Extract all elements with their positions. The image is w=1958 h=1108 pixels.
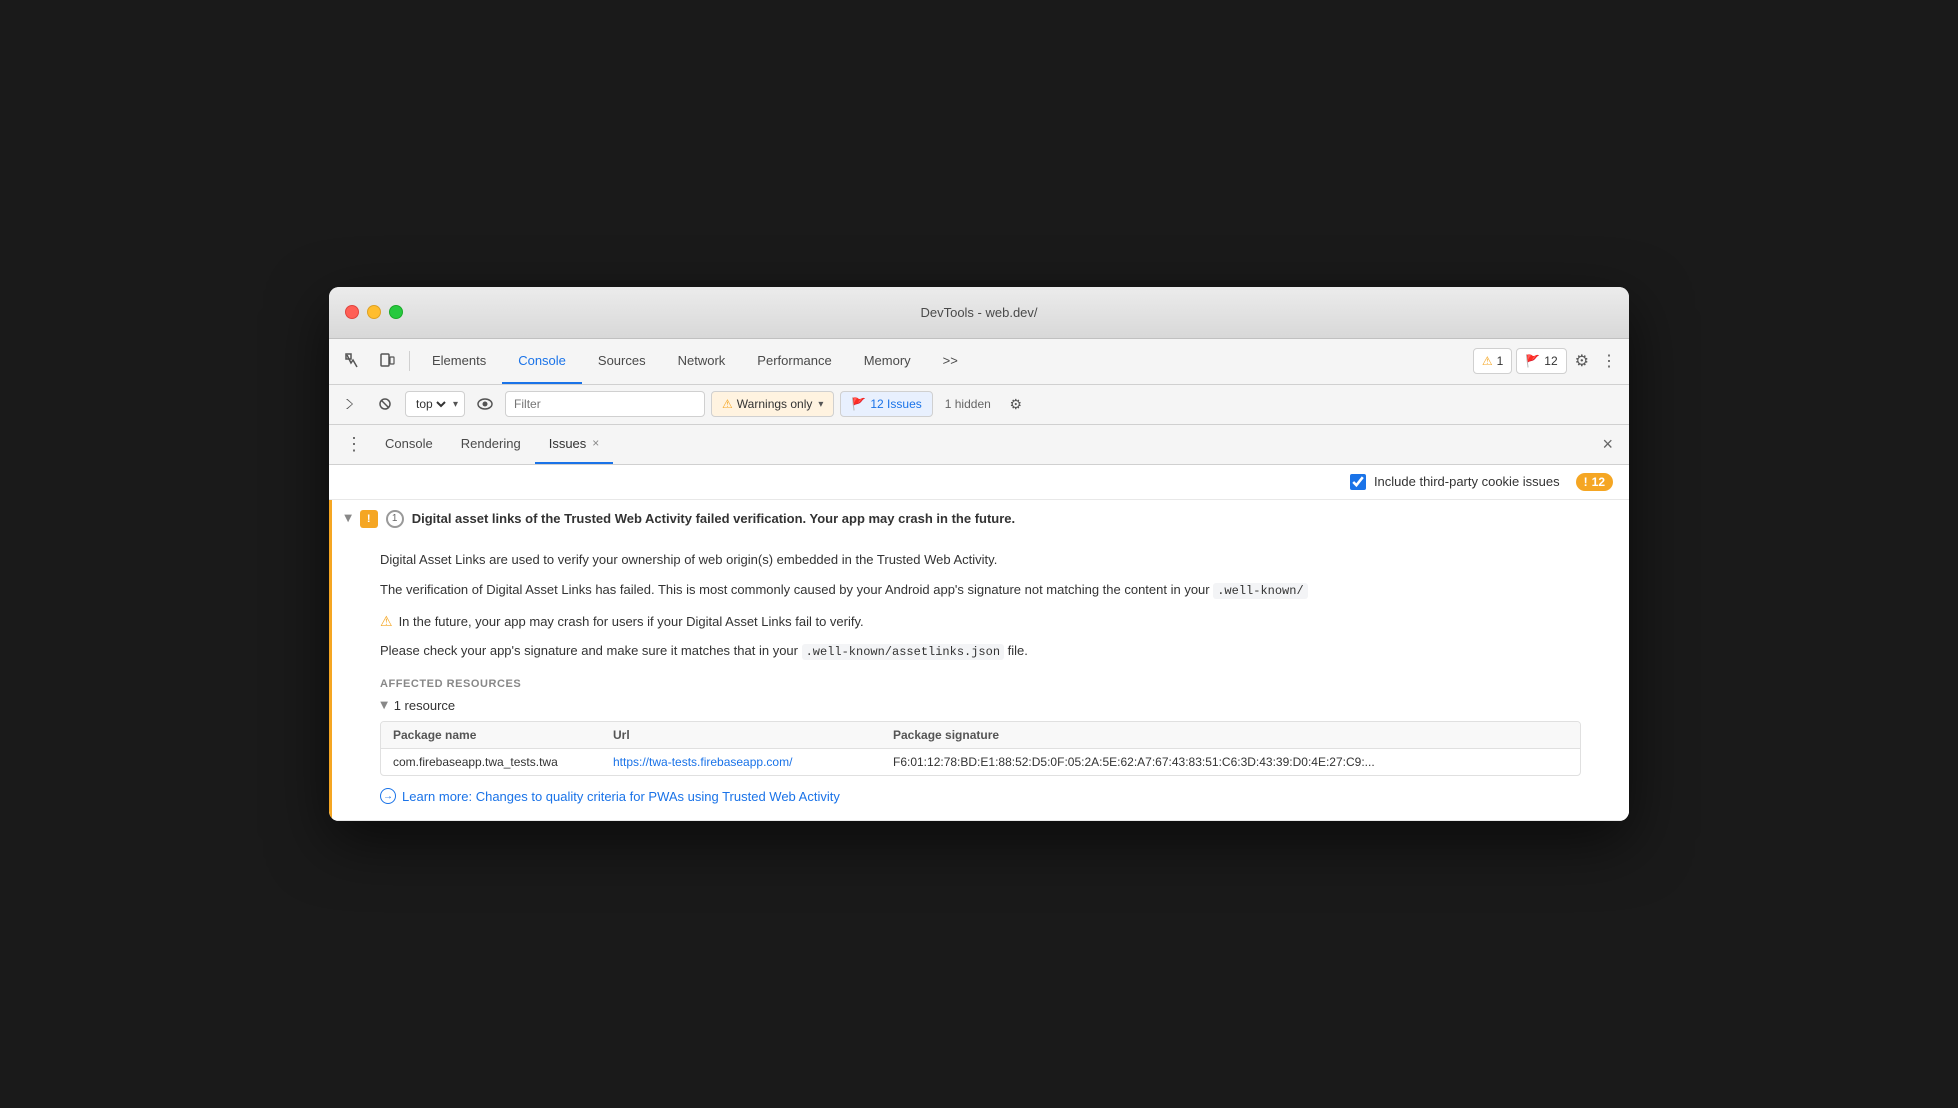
tab-performance[interactable]: Performance bbox=[741, 339, 847, 384]
title-bar: DevTools - web.dev/ bbox=[329, 287, 1629, 339]
window-title: DevTools - web.dev/ bbox=[920, 305, 1037, 320]
resource-table: Package name Url Package signature com.f… bbox=[380, 721, 1581, 776]
issue-count-circle: 1 bbox=[386, 510, 404, 528]
issue-check-text: Please check your app's signature and ma… bbox=[380, 641, 1581, 662]
close-issues-tab-icon[interactable]: × bbox=[592, 436, 599, 450]
warnings-only-dropdown[interactable]: ⚠ Warnings only ▾ bbox=[711, 391, 834, 417]
issue-description-2: The verification of Digital Asset Links … bbox=[380, 580, 1581, 601]
third-party-cookies-checkbox[interactable] bbox=[1350, 474, 1366, 490]
issue-body: Digital Asset Links are used to verify y… bbox=[332, 538, 1629, 821]
warning-filter-icon: ⚠ bbox=[722, 397, 733, 411]
checkbox-label: Include third-party cookie issues bbox=[1374, 474, 1560, 489]
close-drawer-button[interactable]: × bbox=[1594, 430, 1621, 459]
eye-button[interactable] bbox=[471, 391, 499, 417]
device-toolbar-button[interactable] bbox=[371, 347, 403, 375]
hidden-count-label: 1 hidden bbox=[939, 397, 997, 411]
tab-console[interactable]: Console bbox=[502, 339, 582, 384]
learn-more-circle-icon: → bbox=[380, 788, 396, 804]
dropdown-arrow-icon: ▾ bbox=[453, 399, 458, 410]
tab-sources[interactable]: Sources bbox=[582, 339, 662, 384]
issues-panel: Include third-party cookie issues ! 12 ▶… bbox=[329, 465, 1629, 822]
console-settings-button[interactable]: ⚙ bbox=[1003, 391, 1029, 417]
tab-network[interactable]: Network bbox=[662, 339, 742, 384]
resource-toggle[interactable]: ▶ 1 resource bbox=[380, 698, 1581, 713]
dropdown-caret-icon: ▾ bbox=[818, 399, 823, 410]
affected-resources-label: AFFECTED RESOURCES bbox=[380, 678, 1581, 690]
filter-input[interactable] bbox=[505, 391, 705, 417]
drawer-tabs: ⋮ Console Rendering Issues × × bbox=[329, 425, 1629, 465]
nav-tabs: Elements Console Sources Network Perform… bbox=[416, 339, 1471, 384]
issues-count-button[interactable]: 🚩 12 Issues bbox=[840, 391, 932, 417]
issues-badge-button[interactable]: 🚩 12 bbox=[1516, 348, 1566, 374]
minimize-button[interactable] bbox=[367, 305, 381, 319]
issue-title: Digital asset links of the Trusted Web A… bbox=[412, 511, 1617, 526]
toolbar-divider-1 bbox=[409, 351, 410, 371]
settings-icon[interactable]: ⚙ bbox=[1571, 347, 1593, 375]
drawer-tab-console[interactable]: Console bbox=[371, 425, 447, 464]
resource-table-row: com.firebaseapp.twa_tests.twa https://tw… bbox=[381, 749, 1580, 775]
block-icon-button[interactable] bbox=[371, 391, 399, 417]
tab-more[interactable]: >> bbox=[927, 339, 974, 384]
tab-elements[interactable]: Elements bbox=[416, 339, 502, 384]
issues-flag-icon: 🚩 bbox=[1525, 354, 1540, 368]
more-options-icon[interactable]: ⋮ bbox=[1597, 347, 1621, 375]
resource-toggle-chevron-icon: ▶ bbox=[378, 702, 389, 710]
issue-chevron-icon: ▶ bbox=[342, 515, 353, 523]
tab-memory[interactable]: Memory bbox=[848, 339, 927, 384]
drawer-tab-issues[interactable]: Issues × bbox=[535, 425, 614, 464]
drawer-tab-menu[interactable]: ⋮ bbox=[337, 434, 371, 455]
resource-table-header: Package name Url Package signature bbox=[381, 722, 1580, 749]
maximize-button[interactable] bbox=[389, 305, 403, 319]
secondary-toolbar: top ▾ ⚠ Warnings only ▾ 🚩 12 Issues 1 hi… bbox=[329, 385, 1629, 425]
drawer-tab-rendering[interactable]: Rendering bbox=[447, 425, 535, 464]
devtools-window: DevTools - web.dev/ Elements Console bbox=[329, 287, 1629, 822]
main-toolbar: Elements Console Sources Network Perform… bbox=[329, 339, 1629, 385]
issue-warning-badge: ! bbox=[360, 510, 378, 528]
warning-triangle-icon: ⚠ bbox=[380, 613, 393, 630]
context-dropdown[interactable]: top bbox=[412, 396, 449, 412]
issues-badge-icon: ! bbox=[1584, 475, 1588, 489]
traffic-lights bbox=[345, 305, 403, 319]
warning-icon: ⚠ bbox=[1482, 354, 1493, 368]
clear-console-button[interactable] bbox=[337, 391, 365, 417]
toolbar-right: ⚠ 1 🚩 12 ⚙ ⋮ bbox=[1473, 347, 1621, 375]
issue-description-1: Digital Asset Links are used to verify y… bbox=[380, 550, 1581, 571]
learn-more-anchor[interactable]: Learn more: Changes to quality criteria … bbox=[402, 789, 840, 804]
inspect-element-button[interactable] bbox=[337, 347, 369, 375]
issue-warning-text: In the future, your app may crash for us… bbox=[399, 612, 864, 632]
affected-resources: AFFECTED RESOURCES ▶ 1 resource Package … bbox=[380, 678, 1581, 776]
context-selector[interactable]: top ▾ bbox=[405, 391, 465, 417]
learn-more-link[interactable]: → Learn more: Changes to quality criteri… bbox=[380, 788, 1581, 804]
issue-header[interactable]: ▶ ! 1 Digital asset links of the Trusted… bbox=[332, 500, 1629, 538]
checkbox-bar: Include third-party cookie issues ! 12 bbox=[329, 465, 1629, 500]
total-issues-badge: ! 12 bbox=[1576, 473, 1613, 491]
issue-warning-line: ⚠ In the future, your app may crash for … bbox=[380, 612, 1581, 632]
issue-item: ▶ ! 1 Digital asset links of the Trusted… bbox=[329, 500, 1629, 822]
close-button[interactable] bbox=[345, 305, 359, 319]
issues-flag-small-icon: 🚩 bbox=[851, 397, 866, 411]
warnings-badge-button[interactable]: ⚠ 1 bbox=[1473, 348, 1512, 374]
